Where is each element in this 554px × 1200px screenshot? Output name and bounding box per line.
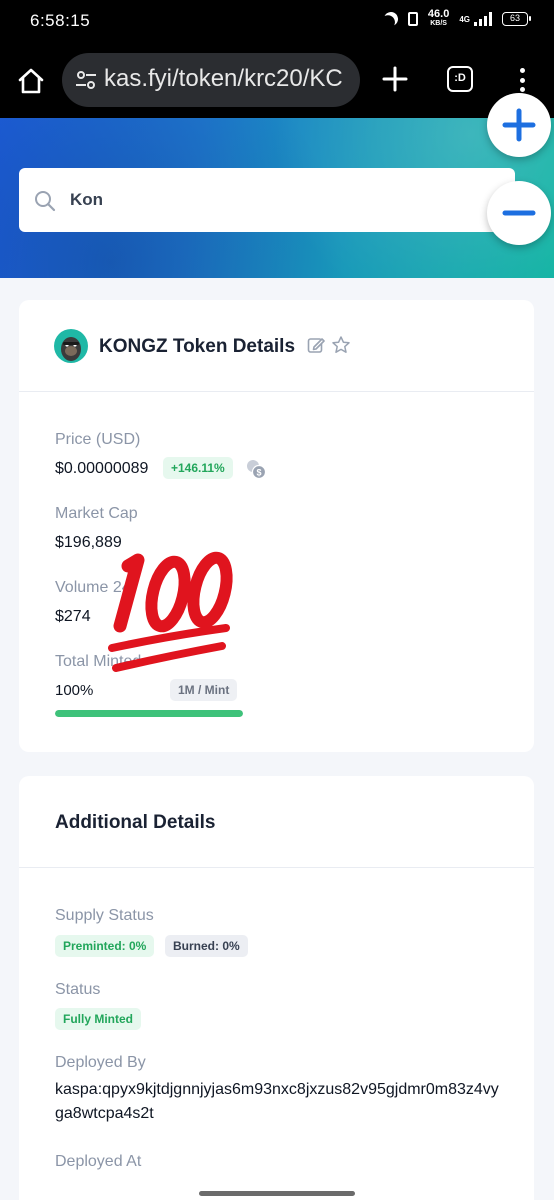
- more-menu-icon[interactable]: [512, 64, 532, 96]
- status-badge: Fully Minted: [55, 1008, 141, 1030]
- deployed-at-label: Deployed At: [55, 1153, 142, 1170]
- edit-icon[interactable]: [307, 336, 325, 354]
- price-change-badge: +146.11%: [163, 457, 233, 479]
- net-speed-unit: KB/S: [430, 20, 447, 27]
- additional-details-header: Additional Details: [19, 776, 534, 868]
- search-input[interactable]: Kon: [19, 168, 515, 232]
- mint-limit-badge: 1M / Mint: [170, 679, 238, 701]
- total-minted-value: 100%: [55, 682, 94, 699]
- search-value: Kon: [70, 190, 104, 209]
- preminted-badge: Preminted: 0%: [55, 935, 155, 957]
- tab-switcher-button[interactable]: :D: [447, 66, 473, 92]
- network-type: 4G: [459, 14, 470, 24]
- burned-badge: Burned: 0%: [165, 935, 248, 957]
- search-icon: [35, 191, 56, 212]
- token-details-card: KONGZ Token Details Price (USD) $0.00000…: [19, 300, 534, 752]
- battery-icon: 63: [502, 12, 531, 26]
- token-details-header: KONGZ Token Details: [19, 300, 534, 392]
- hundred-points-emoji: [108, 551, 233, 672]
- market-cap-label: Market Cap: [55, 505, 138, 522]
- zoom-out-button[interactable]: [487, 181, 551, 245]
- additional-details-card: Additional Details Supply Status Premint…: [19, 776, 534, 1200]
- volume-value: $274: [55, 608, 91, 625]
- url-text: kas.fyi/token/krc20/KC: [104, 65, 343, 92]
- token-title: KONGZ Token Details: [99, 336, 296, 357]
- price-label: Price (USD): [55, 431, 141, 448]
- svg-text:$: $: [256, 468, 261, 478]
- vibrate-icon: [407, 12, 418, 26]
- address-bar[interactable]: kas.fyi/token/krc20/KC: [62, 53, 360, 107]
- do-not-disturb-icon: [382, 10, 400, 28]
- status-label: Status: [55, 981, 101, 998]
- currency-toggle-icon[interactable]: $: [245, 458, 267, 480]
- status-time: 6:58:15: [30, 11, 91, 30]
- minted-progress-fill: [55, 710, 243, 717]
- site-settings-icon[interactable]: [74, 68, 98, 92]
- home-icon[interactable]: [16, 66, 46, 96]
- net-speed-value: 46.0: [427, 8, 450, 20]
- minted-progress-bar: [55, 710, 243, 717]
- deployed-by-label: Deployed By: [55, 1054, 146, 1071]
- star-icon[interactable]: [331, 335, 351, 355]
- status-icons: 46.0 KB/S 4G 63: [382, 8, 531, 28]
- plus-icon: [502, 108, 536, 142]
- token-avatar: [54, 329, 88, 363]
- signal-icon: [474, 12, 492, 26]
- zoom-in-button[interactable]: [487, 93, 551, 157]
- deployer-address[interactable]: kaspa:qpyx9kjtdjgnnjyjas6m93nxc8jxzus82v…: [55, 1078, 505, 1126]
- gorilla-icon: [61, 337, 81, 361]
- price-value: $0.00000089: [55, 460, 149, 477]
- net-speed: 46.0 KB/S: [427, 8, 450, 28]
- gesture-nav-bar[interactable]: [199, 1191, 355, 1196]
- browser-toolbar: kas.fyi/token/krc20/KC :D: [0, 42, 554, 118]
- supply-status-label: Supply Status: [55, 907, 154, 924]
- status-bar: 6:58:15 46.0 KB/S 4G 63: [0, 0, 554, 42]
- new-tab-icon[interactable]: [380, 64, 410, 94]
- minus-icon: [502, 210, 536, 216]
- additional-details-title: Additional Details: [55, 812, 216, 833]
- hero-banner: Kon: [0, 118, 554, 278]
